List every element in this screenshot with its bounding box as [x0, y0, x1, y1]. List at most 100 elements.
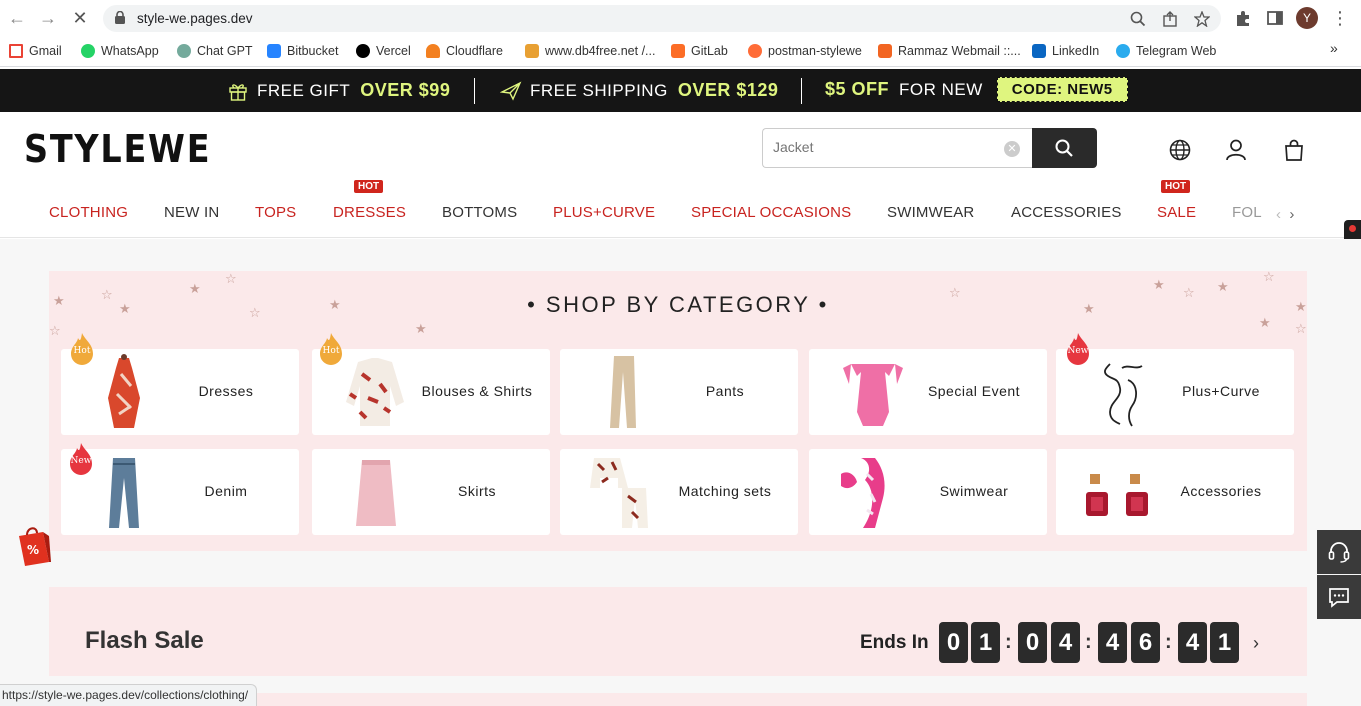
- customer-support-button[interactable]: [1317, 530, 1361, 574]
- bookmark-gitlab[interactable]: GitLab: [671, 42, 728, 60]
- star-decoration-icon: ☆: [1295, 321, 1307, 336]
- nav-plus-curve[interactable]: PLUS+CURVE: [553, 204, 655, 221]
- back-arrow-icon[interactable]: ←: [7, 8, 27, 28]
- new-flame-badge-icon: New: [68, 442, 94, 476]
- record-dot-icon: [1349, 225, 1356, 232]
- forward-arrow-icon[interactable]: →: [38, 8, 58, 28]
- bookmark-whatsapp[interactable]: WhatsApp: [81, 42, 159, 60]
- bookmark-bitbucket[interactable]: Bitbucket: [267, 42, 338, 60]
- jeans-image: [109, 458, 139, 528]
- category-nav: CLOTHING NEW IN TOPS HOT DRESSES BOTTOMS…: [0, 180, 1361, 238]
- pink-dress-image: [843, 364, 903, 426]
- nav-dresses[interactable]: DRESSES: [333, 204, 406, 221]
- promo-code-badge[interactable]: CODE: NEW5: [996, 77, 1128, 102]
- category-card-accessories[interactable]: Accessories: [1056, 449, 1294, 535]
- category-card-matching-sets[interactable]: Matching sets: [560, 449, 798, 535]
- countdown-digit: 0: [1018, 622, 1047, 663]
- swimsuit-image: [841, 458, 885, 528]
- clear-search-icon[interactable]: ✕: [1004, 141, 1020, 157]
- status-bar-url: https://style-we.pages.dev/collections/c…: [0, 684, 258, 706]
- nav-scroll-arrows[interactable]: ‹ ›: [1276, 206, 1294, 223]
- category-card-blouses[interactable]: Blouses & Shirts: [312, 349, 550, 435]
- flash-sale-more-arrow[interactable]: ›: [1253, 633, 1259, 654]
- site-logo[interactable]: STYLEWE: [24, 127, 211, 171]
- address-bar[interactable]: style-we.pages.dev: [103, 5, 1221, 32]
- category-card-skirts[interactable]: Skirts: [312, 449, 550, 535]
- category-card-pants[interactable]: Pants: [560, 349, 798, 435]
- nav-tops[interactable]: TOPS: [255, 204, 296, 221]
- nav-bottoms[interactable]: BOTTOMS: [442, 204, 517, 221]
- cloudflare-icon: [426, 44, 440, 58]
- bookmarks-overflow-button[interactable]: »: [1330, 40, 1338, 56]
- browser-toolbar: ← → ✕ style-we.pages.dev Y ⋮: [0, 0, 1361, 36]
- category-card-swimwear[interactable]: Swimwear: [809, 449, 1047, 535]
- chevron-left-icon[interactable]: ‹: [1276, 206, 1281, 223]
- profile-avatar[interactable]: Y: [1296, 7, 1318, 29]
- promo-free-shipping: FREE SHIPPING OVER $129: [500, 80, 778, 101]
- cart-bag-icon[interactable]: [1282, 138, 1306, 162]
- hot-badge: HOT: [1161, 180, 1191, 193]
- pants-image: [610, 356, 636, 428]
- bookmark-telegram[interactable]: Telegram Web: [1116, 42, 1216, 60]
- nav-special-occasions[interactable]: SPECIAL OCCASIONS: [691, 204, 851, 221]
- svg-text:%: %: [27, 543, 39, 557]
- category-card-dresses[interactable]: Dresses: [61, 349, 299, 435]
- reload-stop-icon[interactable]: ✕: [70, 8, 90, 28]
- chevron-right-icon[interactable]: ›: [1289, 206, 1294, 223]
- menu-kebab-icon[interactable]: ⋮: [1330, 8, 1350, 28]
- search-button[interactable]: [1032, 128, 1097, 168]
- promo-divider: [474, 78, 475, 104]
- bookmark-vercel[interactable]: Vercel: [356, 42, 411, 60]
- nav-swimwear[interactable]: SWIMWEAR: [887, 204, 974, 221]
- telegram-icon: [1116, 44, 1130, 58]
- countdown-digit: 1: [1210, 622, 1239, 663]
- bookmark-linkedin[interactable]: LinkedIn: [1032, 42, 1099, 60]
- matching-set-image: [590, 458, 648, 528]
- vercel-icon: [356, 44, 370, 58]
- chat-message-button[interactable]: [1317, 575, 1361, 619]
- nav-follow-truncated[interactable]: FOL: [1232, 204, 1262, 221]
- bookmark-rammaz[interactable]: Rammaz Webmail ::...: [878, 42, 1021, 60]
- category-card-denim[interactable]: Denim: [61, 449, 299, 535]
- bookmark-db4free[interactable]: www.db4free.net /...: [525, 42, 655, 60]
- bookmark-chatgpt[interactable]: Chat GPT: [177, 42, 253, 60]
- countdown-colon: :: [1005, 631, 1012, 653]
- nav-accessories[interactable]: ACCESSORIES: [1011, 204, 1122, 221]
- flash-sale-section: Flash Sale Ends In 0 1 : 0 4 : 4 6 : 4 1…: [49, 587, 1307, 676]
- star-decoration-icon: ☆: [49, 323, 61, 338]
- plane-icon: [500, 81, 522, 101]
- discount-bag-icon[interactable]: %: [15, 524, 53, 568]
- body-silhouette-icon: [1104, 363, 1143, 427]
- search-field[interactable]: ✕: [762, 128, 1032, 168]
- globe-icon[interactable]: [1168, 138, 1192, 162]
- bookmark-cloudflare[interactable]: Cloudflare: [426, 42, 503, 60]
- category-card-special-event[interactable]: Special Event: [809, 349, 1047, 435]
- bookmark-postman[interactable]: postman-stylewe: [748, 42, 862, 60]
- shop-by-category-title: • SHOP BY CATEGORY •: [527, 292, 829, 317]
- extensions-icon[interactable]: [1234, 9, 1252, 27]
- bookmark-star-icon[interactable]: [1194, 11, 1210, 27]
- star-decoration-icon: ★: [1153, 277, 1165, 292]
- nav-new-in[interactable]: NEW IN: [164, 204, 219, 221]
- nav-clothing[interactable]: CLOTHING: [49, 204, 128, 221]
- promo-bar: FREE GIFT OVER $99 FREE SHIPPING OVER $1…: [0, 69, 1361, 112]
- side-panel-icon[interactable]: [1266, 9, 1284, 27]
- flash-sale-title: Flash Sale: [85, 627, 204, 654]
- linkedin-icon: [1032, 44, 1046, 58]
- countdown-digit: 6: [1131, 622, 1160, 663]
- countdown-digit: 4: [1051, 622, 1080, 663]
- postman-icon: [748, 44, 762, 58]
- bookmarks-bar: Gmail WhatsApp Chat GPT Bitbucket Vercel…: [0, 36, 1361, 67]
- nav-sale[interactable]: SALE: [1157, 204, 1196, 221]
- category-card-plus-curve[interactable]: Plus+Curve: [1056, 349, 1294, 435]
- chat-bubble-icon: [1329, 588, 1349, 608]
- address-url: style-we.pages.dev: [137, 11, 253, 26]
- share-icon[interactable]: [1162, 11, 1178, 27]
- account-icon[interactable]: [1224, 138, 1248, 162]
- search-input[interactable]: [773, 139, 993, 155]
- zoom-icon[interactable]: [1130, 11, 1146, 27]
- bitbucket-icon: [267, 44, 281, 58]
- gmail-icon: [9, 44, 23, 58]
- bookmark-gmail[interactable]: Gmail: [9, 42, 62, 60]
- blouse-image: [346, 358, 404, 426]
